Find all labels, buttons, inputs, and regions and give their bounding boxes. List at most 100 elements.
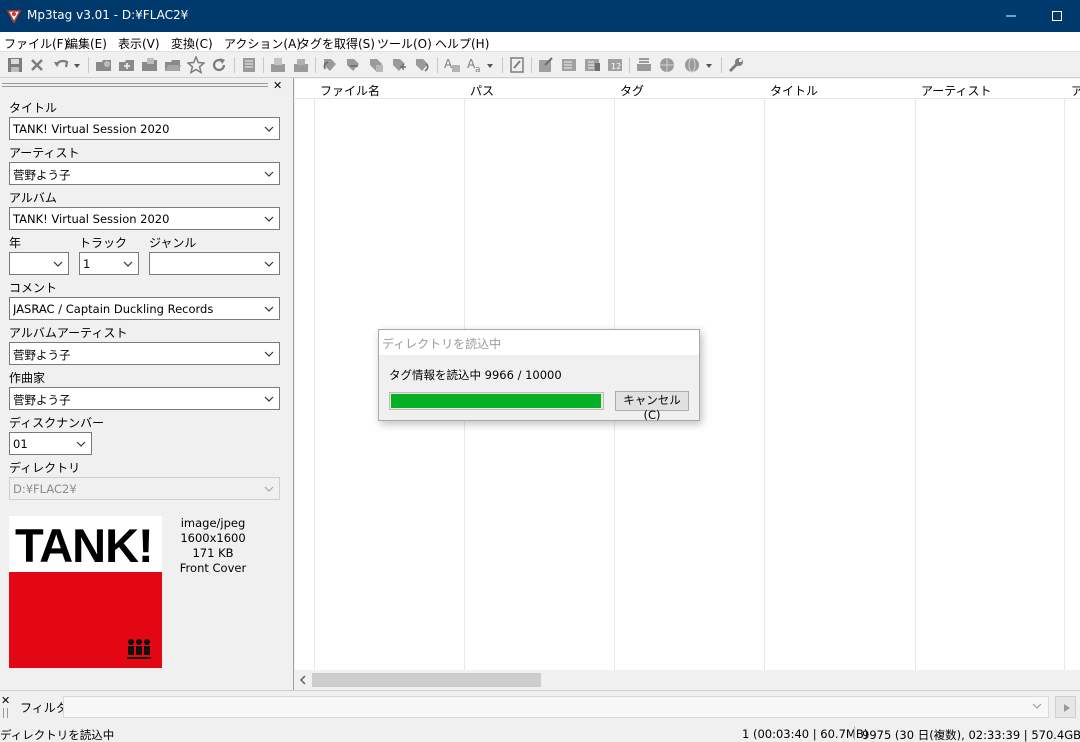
menu-convert[interactable]: 変換(C)	[171, 35, 213, 52]
filename-rename-icon	[370, 59, 383, 72]
undo-icon	[54, 59, 80, 68]
export-icon	[539, 57, 553, 72]
composer-combo[interactable]: 菅野よう子	[9, 387, 280, 410]
favorite-directory-button[interactable]	[141, 56, 159, 74]
filter-dropdown-icon[interactable]	[1031, 701, 1043, 711]
maximize-button[interactable]	[1034, 0, 1080, 32]
comment-combo[interactable]: JASRAC / Captain Duckling Records	[9, 297, 280, 320]
change-directory-button[interactable]	[95, 56, 113, 74]
cover-size: 171 KB	[192, 546, 234, 560]
disc-number-value: 01	[13, 437, 28, 451]
header-filename[interactable]: ファイル名	[320, 82, 380, 99]
menu-view[interactable]: 表示(V)	[118, 35, 160, 52]
cover-art-text: TANK!	[15, 519, 154, 572]
open-folder-button[interactable]	[164, 56, 182, 74]
toolbar: A Aa 12	[0, 52, 1080, 78]
filename-to-tag-button[interactable]	[344, 56, 362, 74]
text-case-icon: Aa	[467, 57, 493, 74]
year-label: 年	[9, 236, 22, 250]
cover-art[interactable]: TANK!	[9, 516, 162, 668]
title-bar: Mp3tag v3.01 - D:¥FLAC2¥	[0, 0, 1080, 32]
panel-splitter[interactable]	[290, 78, 294, 690]
chevron-down-icon	[264, 396, 274, 402]
header-tag[interactable]: タグ	[620, 82, 644, 99]
status-text: ディレクトリを読込中	[0, 728, 115, 742]
filename-to-filename-button[interactable]	[367, 56, 385, 74]
menu-tag-sources[interactable]: タグを取得(S)	[298, 35, 375, 52]
extended-tags-button[interactable]	[508, 56, 526, 74]
dialog-title: ディレクトリを読込中	[382, 337, 502, 351]
header-title[interactable]: タイトル	[770, 82, 818, 99]
scroll-left-icon[interactable]	[299, 675, 307, 685]
horizontal-scrollbar[interactable]	[295, 670, 1080, 690]
playlist-icon	[562, 59, 576, 71]
panel-close-icon[interactable]: ✕	[273, 79, 282, 92]
text-file-to-tag-button[interactable]	[390, 56, 408, 74]
cover-type: Front Cover	[179, 561, 247, 575]
minimize-button[interactable]	[988, 0, 1034, 32]
save-button[interactable]	[6, 56, 24, 74]
filename-tag-icon	[347, 59, 359, 71]
freedb-button[interactable]	[635, 56, 653, 74]
menu-bar: ファイル(F) 編集(E) 表示(V) 変換(C) アクション(A) タグを取得…	[0, 32, 1080, 52]
menu-tools[interactable]: ツール(O)	[377, 35, 432, 52]
paste-tag-button[interactable]	[292, 56, 310, 74]
filter-close-icon[interactable]: ✕	[1, 694, 10, 707]
playlist-button[interactable]	[560, 56, 578, 74]
filter-input[interactable]	[63, 696, 1049, 718]
star-icon	[187, 56, 205, 74]
filter-grip[interactable]	[3, 708, 8, 718]
refresh-button[interactable]	[210, 56, 228, 74]
apply-filter-button[interactable]	[1055, 696, 1076, 718]
folder-open-icon	[96, 60, 111, 71]
tag-filename-icon	[323, 59, 336, 71]
favorites-button[interactable]	[187, 56, 205, 74]
chevron-down-icon	[264, 486, 274, 492]
tag-panel-button[interactable]	[240, 56, 258, 74]
panel-grip[interactable]	[2, 83, 268, 87]
export-button[interactable]	[537, 56, 555, 74]
cancel-button[interactable]: キャンセル(C)	[615, 391, 689, 422]
album-label: アルバム	[9, 191, 57, 205]
disc-number-combo[interactable]: 01	[9, 432, 92, 455]
album-artist-combo[interactable]: 菅野よう子	[9, 342, 280, 365]
remove-tag-button[interactable]	[28, 56, 46, 74]
genre-combo[interactable]	[149, 252, 280, 275]
chevron-down-icon	[76, 441, 86, 447]
menu-file[interactable]: ファイル(F)	[4, 35, 68, 52]
window-title: Mp3tag v3.01 - D:¥FLAC2¥	[27, 8, 189, 22]
menu-edit[interactable]: 編集(E)	[66, 35, 107, 52]
tag-tag-icon	[416, 59, 429, 72]
online-sources-button[interactable]	[683, 56, 717, 74]
tag-to-tag-button[interactable]	[413, 56, 431, 74]
header-path[interactable]: パス	[470, 82, 494, 99]
options-button[interactable]	[727, 56, 745, 74]
scrollbar-thumb[interactable]	[312, 673, 541, 687]
menu-help[interactable]: ヘルプ(H)	[435, 35, 489, 52]
cd-db-icon	[637, 58, 651, 71]
copy-tag-button[interactable]	[269, 56, 287, 74]
artist-combo[interactable]: 菅野よう子	[9, 162, 280, 185]
year-combo[interactable]	[9, 252, 69, 275]
comment-label: コメント	[9, 281, 58, 295]
title-combo[interactable]: TANK! Virtual Session 2020	[9, 117, 280, 140]
add-directory-button[interactable]	[118, 56, 136, 74]
web-sources-button[interactable]	[658, 56, 676, 74]
tag-to-filename-button[interactable]	[321, 56, 339, 74]
autonumber-button[interactable]: A	[443, 56, 461, 74]
delete-x-icon	[31, 59, 43, 71]
track-combo[interactable]: 1	[79, 252, 139, 275]
case-conversion-button[interactable]: Aa	[466, 56, 496, 74]
numbering-button[interactable]: 12	[606, 56, 624, 74]
album-combo[interactable]: TANK! Virtual Session 2020	[9, 207, 280, 230]
artist-label: アーティスト	[9, 146, 80, 160]
undo-button[interactable]	[52, 56, 82, 74]
header-more[interactable]: ア	[1071, 82, 1080, 99]
tag-sources-button[interactable]	[583, 56, 601, 74]
status-bar: ディレクトリを読込中 1 (00:03:40 | 60.7MB) 9975 (3…	[0, 724, 1080, 742]
header-artist[interactable]: アーティスト	[921, 82, 992, 99]
folder-add-icon	[119, 60, 134, 71]
svg-text:a: a	[475, 65, 481, 74]
menu-actions[interactable]: アクション(A)	[224, 35, 301, 52]
cover-logo-icon	[127, 639, 151, 659]
